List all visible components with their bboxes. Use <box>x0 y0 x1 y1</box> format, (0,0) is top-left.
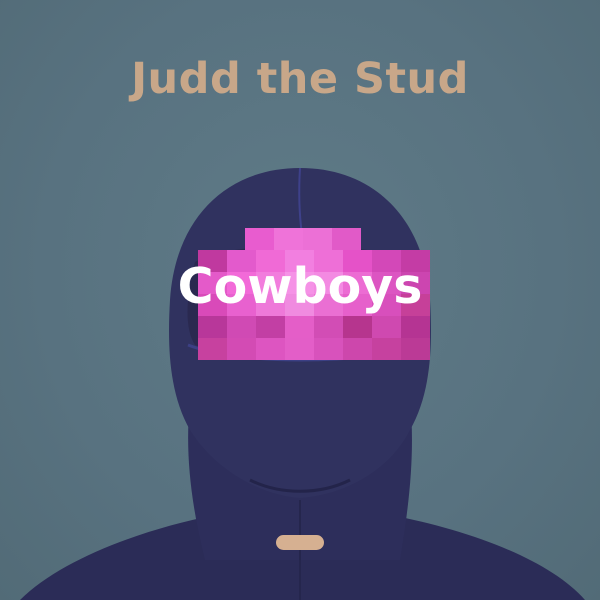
album-title: Cowboys <box>177 258 423 315</box>
collar-tag <box>276 535 324 550</box>
